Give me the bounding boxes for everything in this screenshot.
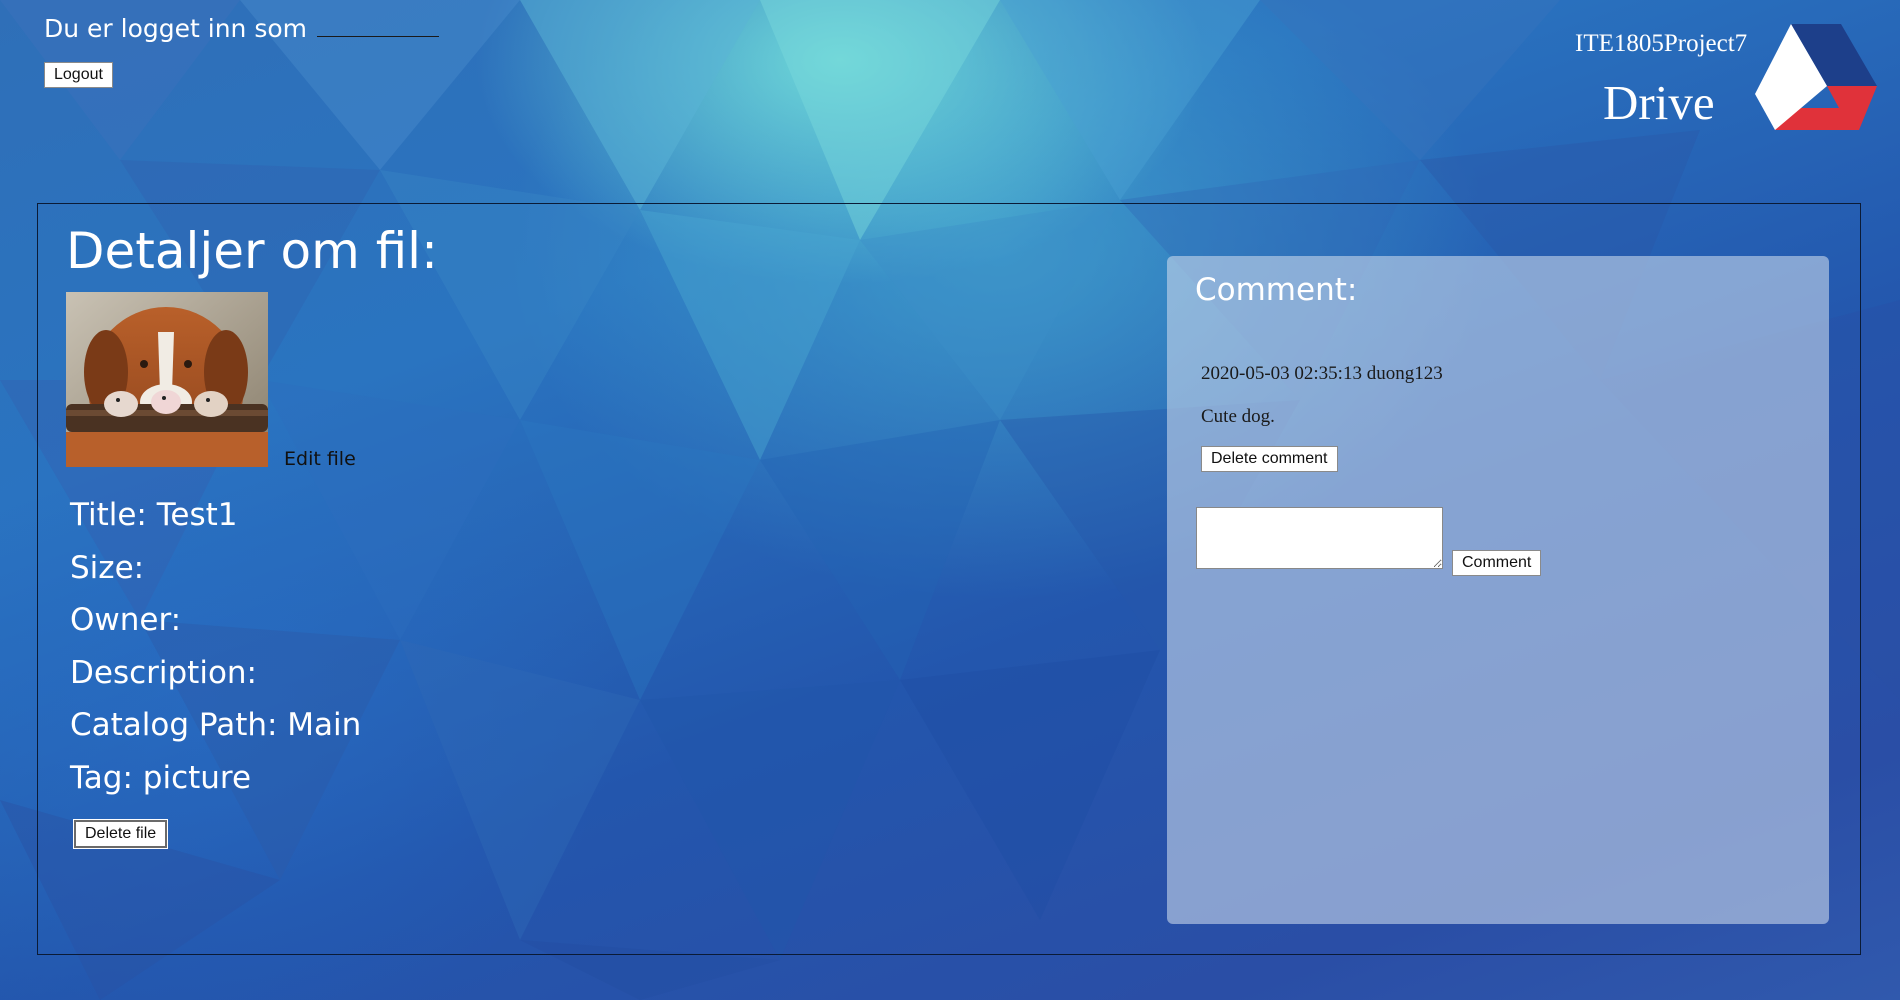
page-title: Detaljer om fil: [66,222,438,280]
logged-in-status: Du er logget inn som [44,14,440,43]
comment-panel-title: Comment: [1195,272,1358,308]
edit-file-link[interactable]: Edit file [284,448,356,470]
delete-file-button[interactable]: Delete file [72,819,169,849]
logged-in-label: Du er logget inn som [44,14,308,43]
delete-comment-button[interactable]: Delete comment [1201,446,1338,472]
comment-text: Cute dog. [1201,406,1275,427]
file-description: Description: [70,655,257,691]
brand-app-name: Drive [1603,75,1715,130]
comment-submit-button[interactable]: Comment [1452,550,1542,576]
logged-in-username [317,18,440,37]
brand-project-name: ITE1805Project7 [1575,30,1748,57]
drive-logo-icon [1755,24,1877,130]
file-preview-image [66,292,268,467]
logout-button[interactable]: Logout [44,62,113,88]
file-tag: Tag: picture [70,760,252,796]
comment-meta: 2020-05-03 02:35:13 duong123 [1201,363,1443,384]
comment-input[interactable] [1196,507,1443,569]
comment-panel: Comment: 2020-05-03 02:35:13 duong123 Cu… [1167,256,1829,924]
file-owner: Owner: [70,602,182,638]
file-title: Title: Test1 [70,497,238,533]
file-catalog-path: Catalog Path: Main [70,707,362,743]
file-size: Size: [70,550,145,586]
